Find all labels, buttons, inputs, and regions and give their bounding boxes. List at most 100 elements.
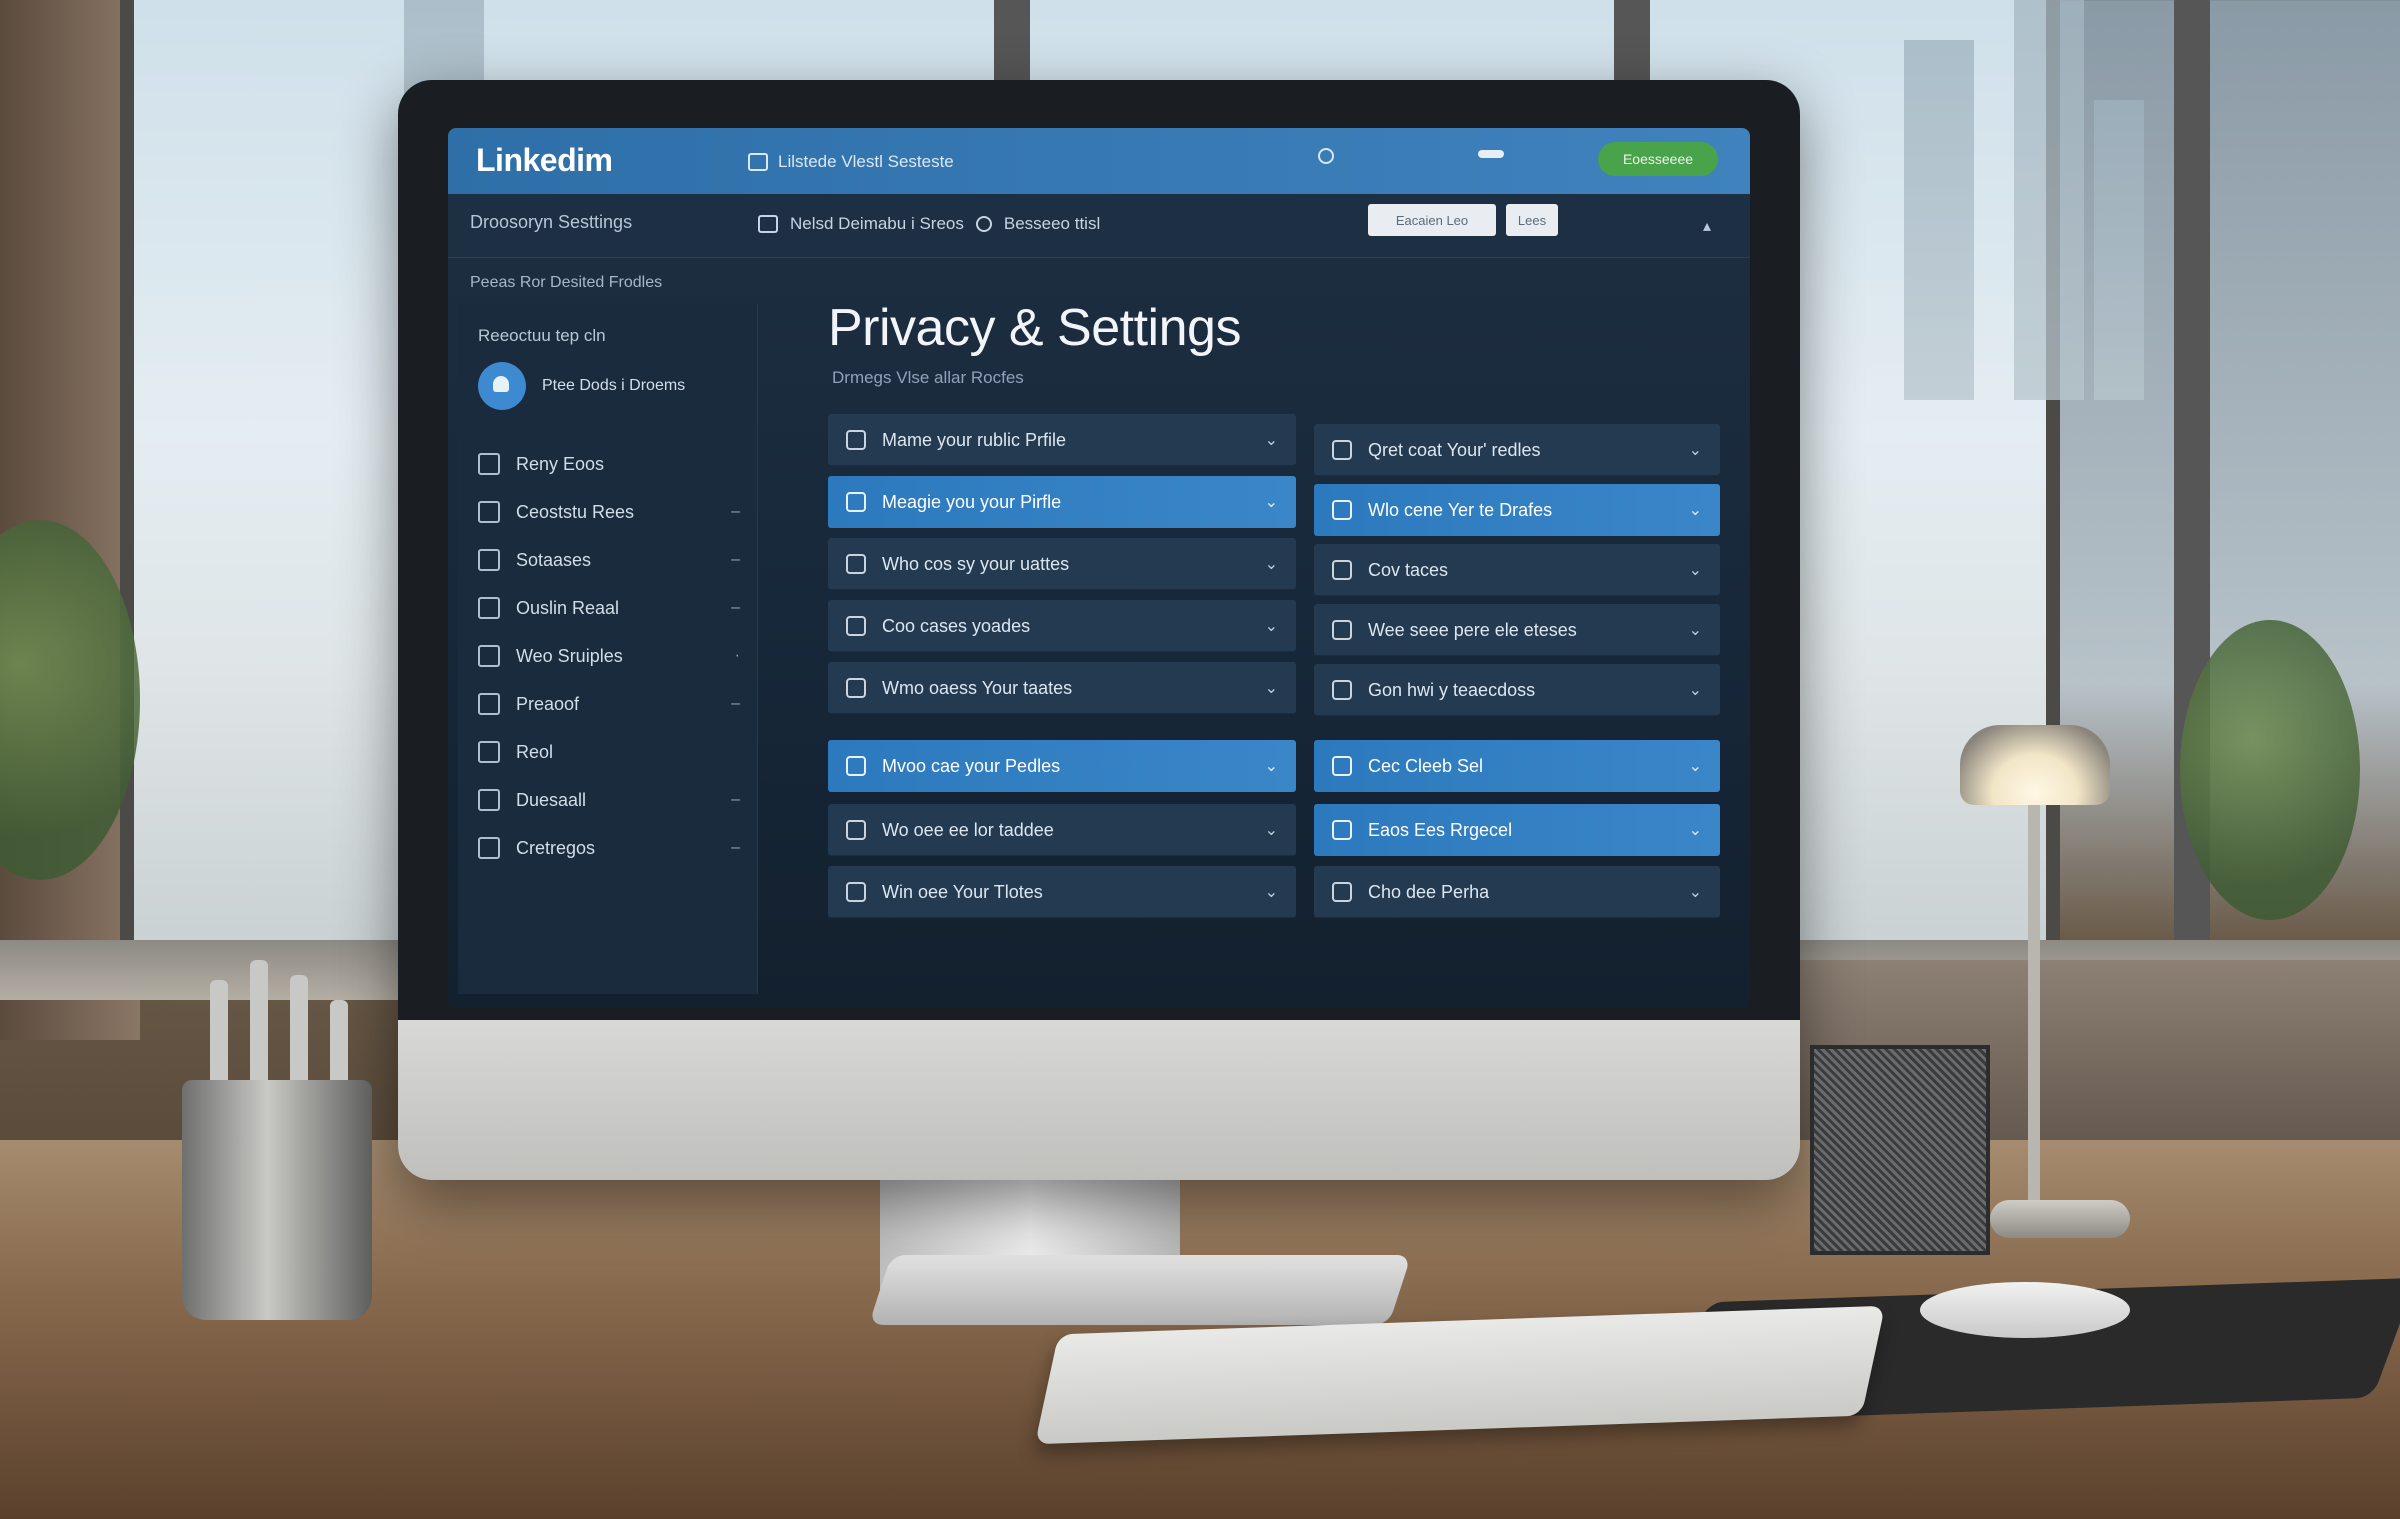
settings-row[interactable]: Cho dee Perha ⌄: [1314, 866, 1720, 918]
notification-icon[interactable]: [1318, 148, 1334, 164]
settings-row-active[interactable]: Cec Cleeb Sel ⌄: [1314, 740, 1720, 792]
sidebar-item[interactable]: Reny Eoos: [478, 440, 740, 488]
city-building: [2014, 0, 2084, 400]
city-building: [2094, 100, 2144, 400]
chevron-down-icon: ⌄: [1264, 884, 1278, 901]
sidebar-item-label: Ceoststu Rees: [516, 501, 635, 522]
sidebar-item-label: Cretregos: [516, 837, 596, 858]
sidebar-item-label: Sotaases: [516, 549, 592, 570]
avatar[interactable]: [478, 362, 526, 410]
chevron-down-icon: ⌄: [1264, 758, 1278, 775]
sidebar-profile[interactable]: Ptee Dods i Droems: [478, 362, 685, 410]
top-search-text: Lilstede Vlestl Sesteste: [778, 152, 954, 171]
computer-mouse: [1920, 1282, 2130, 1338]
chevron-down-icon: ⌄: [1264, 680, 1278, 697]
profile-icon: [1332, 500, 1352, 520]
sub-nav-links: Nelsd Deimabu i Sreos Besseeo ttisl: [758, 214, 1100, 234]
page-title: Privacy & Settings: [828, 299, 1241, 357]
top-navigation-bar: Linkedim Lilstede Vlestl Sesteste Eoesse…: [448, 128, 1750, 194]
sidebar-item-label: Ouslin Reaal: [516, 597, 620, 618]
globe-icon: [846, 616, 866, 636]
settings-row-label: Coo cases yoades: [882, 615, 1031, 636]
sidebar-item[interactable]: Reol: [478, 728, 740, 776]
settings-row-active[interactable]: Mvoo cae your Pedles ⌄: [828, 740, 1296, 792]
chevron-down-icon: ⌄: [1688, 442, 1702, 459]
briefcase-icon: [1332, 440, 1352, 460]
profile-icon: [846, 492, 866, 512]
chevron-down-icon: ⌄: [1688, 682, 1702, 699]
chevron-down-icon: ⌄: [1264, 556, 1278, 573]
sidebar-item[interactable]: Duesaall –: [478, 776, 740, 824]
sidebar-item[interactable]: Ceoststu Rees –: [478, 488, 740, 536]
settings-row-active[interactable]: Meagie you your Pirfle ⌄: [828, 476, 1296, 528]
page-subtitle: Drmegs Vlse allar Rocfes: [832, 368, 1024, 387]
chevron-down-icon: ⌄: [1264, 494, 1278, 511]
settings-row-label: Gon hwi y teaecdoss: [1368, 679, 1536, 700]
top-search-bar[interactable]: Lilstede Vlestl Sesteste: [748, 148, 1368, 176]
mesh-pen-holder: [1810, 1045, 1990, 1255]
settings-section-title: Droosoryn Sesttings: [470, 212, 633, 232]
settings-row[interactable]: Mame your rublic Prfile ⌄: [828, 414, 1296, 466]
breadcrumb: Peeas Ror Desited Frodles: [470, 274, 663, 291]
search-icon: [846, 430, 866, 450]
settings-row[interactable]: Wee seee pere ele eteses ⌄: [1314, 604, 1720, 656]
sidebar-item-dash: –: [731, 791, 740, 808]
settings-row[interactable]: Coo cases yoades ⌄: [828, 600, 1296, 652]
sidebar-item-dash: –: [731, 599, 740, 616]
settings-row[interactable]: Win oee Your Tlotes ⌄: [828, 866, 1296, 918]
settings-row[interactable]: Qret coat Your' redles ⌄: [1314, 424, 1720, 476]
sidebar-item[interactable]: Weo Sruiples ·: [478, 632, 740, 680]
doc-icon: [1332, 882, 1352, 902]
sidebar-item[interactable]: Ouslin Reaal –: [478, 584, 740, 632]
desk-lamp-head: [1960, 725, 2110, 805]
pin-icon: [1332, 680, 1352, 700]
sidebar-profile-label: Ptee Dods i Droems: [542, 377, 686, 394]
settings-row[interactable]: Gon hwi y teaecdoss ⌄: [1314, 664, 1720, 716]
sidebar-item-dash: ·: [734, 647, 740, 664]
sidebar-item[interactable]: Sotaases –: [478, 536, 740, 584]
caret-up-icon[interactable]: ▴: [1703, 216, 1711, 236]
settings-row-label: Mvoo cae your Pedles: [882, 755, 1061, 776]
sidebar-item-label: Reny Eoos: [516, 453, 605, 474]
search-settings-button[interactable]: Eacaien Leo: [1368, 204, 1496, 236]
chevron-down-icon: ⌄: [1688, 884, 1702, 901]
settings-row-label: Qret coat Your' redles: [1368, 439, 1541, 460]
app-logo[interactable]: Linkedim: [476, 142, 613, 179]
small-action-button[interactable]: Lees: [1506, 204, 1558, 236]
sub-nav-link-2[interactable]: Besseeo ttisl: [1004, 214, 1100, 234]
chevron-down-icon: ⌄: [1688, 502, 1702, 519]
desk-lamp-base: [1990, 1200, 2130, 1238]
settings-row[interactable]: Who cos sy your uattes ⌄: [828, 538, 1296, 590]
list-icon: [1332, 620, 1352, 640]
sub-nav-link-1[interactable]: Nelsd Deimabu i Sreos: [790, 214, 964, 234]
message-icon: [846, 820, 866, 840]
square-icon: [846, 882, 866, 902]
chevron-down-icon: ⌄: [1688, 562, 1702, 579]
chevron-down-icon: ⌄: [1688, 758, 1702, 775]
settings-row[interactable]: Wo oee ee lor taddee ⌄: [828, 804, 1296, 856]
settings-row[interactable]: Wmo oaess Your taates ⌄: [828, 662, 1296, 714]
clipboard-icon: [1332, 756, 1352, 776]
chart-icon: [478, 597, 500, 619]
sidebar-item[interactable]: Cretregos –: [478, 824, 740, 872]
share-icon: [478, 453, 500, 475]
settings-row-label: Who cos sy your uattes: [882, 553, 1070, 574]
profile-icon: [846, 756, 866, 776]
settings-row-active[interactable]: Wlo cene Yer te Drafes ⌄: [1314, 484, 1720, 536]
settings-row-active[interactable]: Eaos Ees Rrgecel ⌄: [1314, 804, 1720, 856]
desk-lamp-pole: [2028, 740, 2040, 1210]
globe-icon: [975, 216, 992, 232]
sidebar-item-label: Preaoof: [516, 693, 580, 714]
sidebar-item[interactable]: Preaoof –: [478, 680, 740, 728]
sidebar-item-dash: –: [731, 695, 740, 712]
settings-row-label: Eaos Ees Rrgecel: [1368, 819, 1513, 840]
lock-icon: [478, 741, 500, 763]
chevron-down-icon: ⌄: [1688, 822, 1702, 839]
table-icon: [478, 837, 500, 859]
doc-icon: [478, 645, 500, 667]
premium-button[interactable]: Eoesseeee: [1598, 142, 1718, 176]
settings-row-label: Mame your rublic Prfile: [882, 429, 1067, 450]
settings-row[interactable]: Cov taces ⌄: [1314, 544, 1720, 596]
menu-pill-icon[interactable]: [1478, 150, 1504, 158]
eye-icon: [846, 554, 866, 574]
